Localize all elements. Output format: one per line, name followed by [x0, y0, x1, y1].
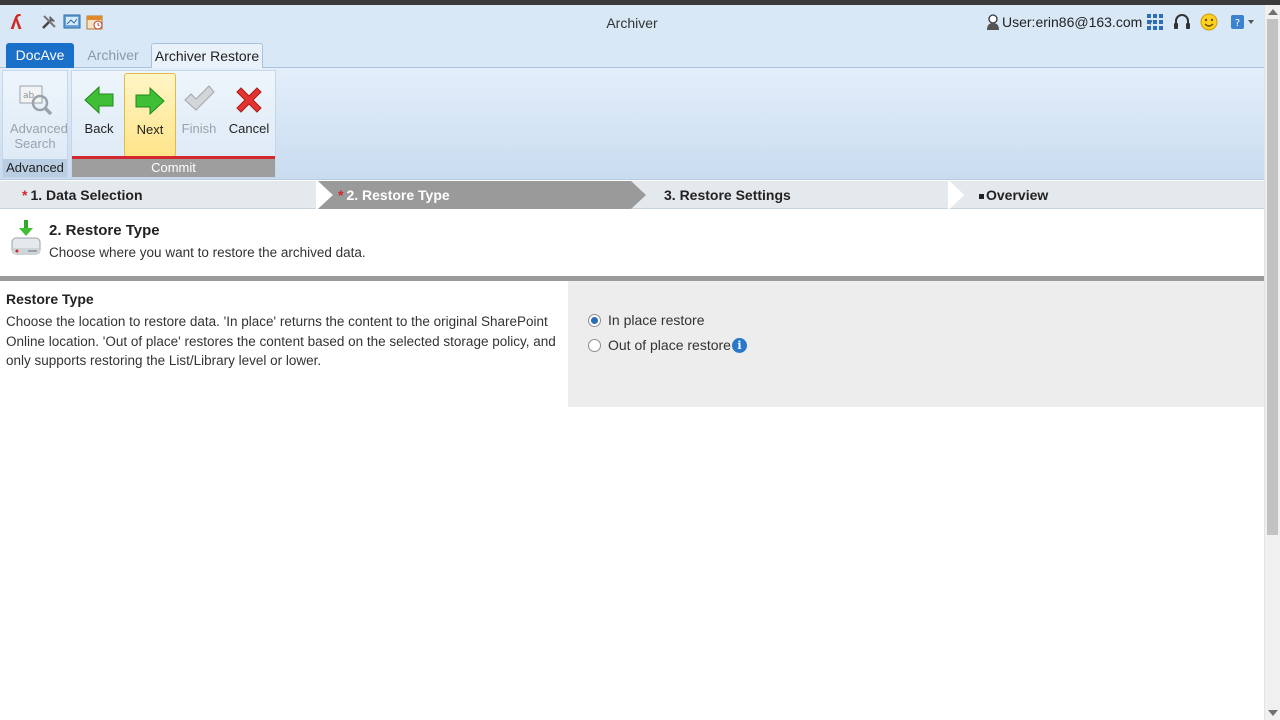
svg-text:?: ? — [1235, 18, 1240, 29]
headset-icon[interactable] — [1173, 13, 1191, 31]
advanced-search-button[interactable]: ab Advanced Search — [10, 73, 68, 157]
tab-archiver[interactable]: Archiver — [80, 43, 146, 69]
user-label: User:erin86@163.com — [1002, 14, 1143, 30]
step-label: Overview — [986, 187, 1049, 203]
page-description: Choose where you want to restore the arc… — [49, 245, 366, 260]
cancel-label: Cancel — [228, 121, 270, 136]
step-separator — [948, 181, 964, 209]
vertical-scrollbar[interactable] — [1264, 5, 1280, 720]
section-options-panel: In place restore Out of place restore i — [568, 281, 1264, 407]
advanced-search-label-2: Search — [14, 136, 56, 151]
close-icon — [236, 87, 262, 113]
smiley-feedback-icon[interactable] — [1200, 13, 1218, 31]
section-description-panel: Restore Type Choose the location to rest… — [0, 281, 568, 407]
back-button[interactable]: Back — [74, 73, 124, 157]
arrow-right-icon — [135, 86, 165, 116]
ribbon: ab Advanced Search Advanced Back Next Fi… — [0, 68, 1264, 180]
back-label: Back — [84, 121, 114, 136]
step-overview[interactable]: Overview — [979, 181, 1048, 209]
module-tabs: DocAve Archiver Archiver Restore — [0, 41, 1264, 69]
scroll-down-icon[interactable] — [1268, 710, 1278, 716]
scroll-up-icon[interactable] — [1268, 9, 1278, 15]
ribbon-group-advanced: ab Advanced Search Advanced — [2, 70, 68, 178]
advanced-search-label-1: Advanced — [10, 121, 68, 136]
in-place-restore-option[interactable]: In place restore — [588, 312, 705, 328]
out-of-place-restore-radio[interactable] — [588, 338, 601, 352]
finish-label: Finish — [181, 121, 217, 136]
bullet-icon — [979, 193, 984, 199]
out-of-place-restore-option[interactable]: Out of place restore i — [588, 337, 747, 353]
step-label: 2. Restore Type — [346, 187, 450, 203]
section-title: Restore Type — [6, 291, 94, 307]
step-label: 1. Data Selection — [30, 187, 143, 203]
ribbon-group-label-commit: Commit — [72, 156, 275, 177]
step-separator — [316, 181, 332, 209]
user-menu[interactable]: User:erin86@163.com ▼ — [986, 14, 1154, 30]
step-data-selection[interactable]: * 1. Data Selection — [22, 181, 143, 209]
step-restore-type[interactable]: * 2. Restore Type — [338, 181, 450, 209]
required-mark: * — [22, 187, 28, 203]
restore-drive-icon — [10, 218, 42, 258]
user-icon — [987, 14, 999, 30]
checkmark-icon — [184, 85, 215, 111]
next-label: Next — [136, 122, 164, 137]
page-header: 2. Restore Type Choose where you want to… — [0, 210, 1264, 276]
step-label: 3. Restore Settings — [664, 187, 791, 203]
page-title: 2. Restore Type — [49, 222, 160, 239]
wizard-steps: * 1. Data Selection * 2. Restore Type 3. R… — [0, 181, 1264, 209]
arrow-left-icon — [84, 85, 114, 115]
ribbon-group-commit: Back Next Finish Cancel Commit — [71, 70, 276, 178]
help-menu-icon[interactable]: ? — [1230, 13, 1256, 31]
advanced-search-icon: ab — [19, 85, 53, 116]
cancel-button[interactable]: Cancel — [224, 73, 274, 157]
next-button[interactable]: Next — [124, 73, 176, 157]
step-restore-settings[interactable]: 3. Restore Settings — [664, 181, 791, 209]
out-of-place-restore-label[interactable]: Out of place restore — [608, 337, 731, 353]
required-mark: * — [338, 187, 344, 203]
finish-button[interactable]: Finish — [174, 73, 224, 157]
section-description: Choose the location to restore data. 'In… — [6, 314, 556, 368]
tab-archiver-restore[interactable]: Archiver Restore — [151, 43, 263, 69]
app-grid-icon[interactable] — [1146, 13, 1164, 31]
scrollbar-thumb[interactable] — [1267, 19, 1278, 535]
ribbon-group-label-advanced: Advanced — [3, 159, 67, 177]
title-bar: ʎ Archiver User:erin86@163.com ▼ ? — [0, 5, 1264, 41]
info-icon[interactable]: i — [731, 337, 747, 353]
restore-type-section: Restore Type Choose the location to rest… — [0, 281, 1264, 407]
in-place-restore-label[interactable]: In place restore — [608, 312, 705, 328]
in-place-restore-radio[interactable] — [588, 313, 601, 327]
tab-docave[interactable]: DocAve — [6, 43, 74, 69]
